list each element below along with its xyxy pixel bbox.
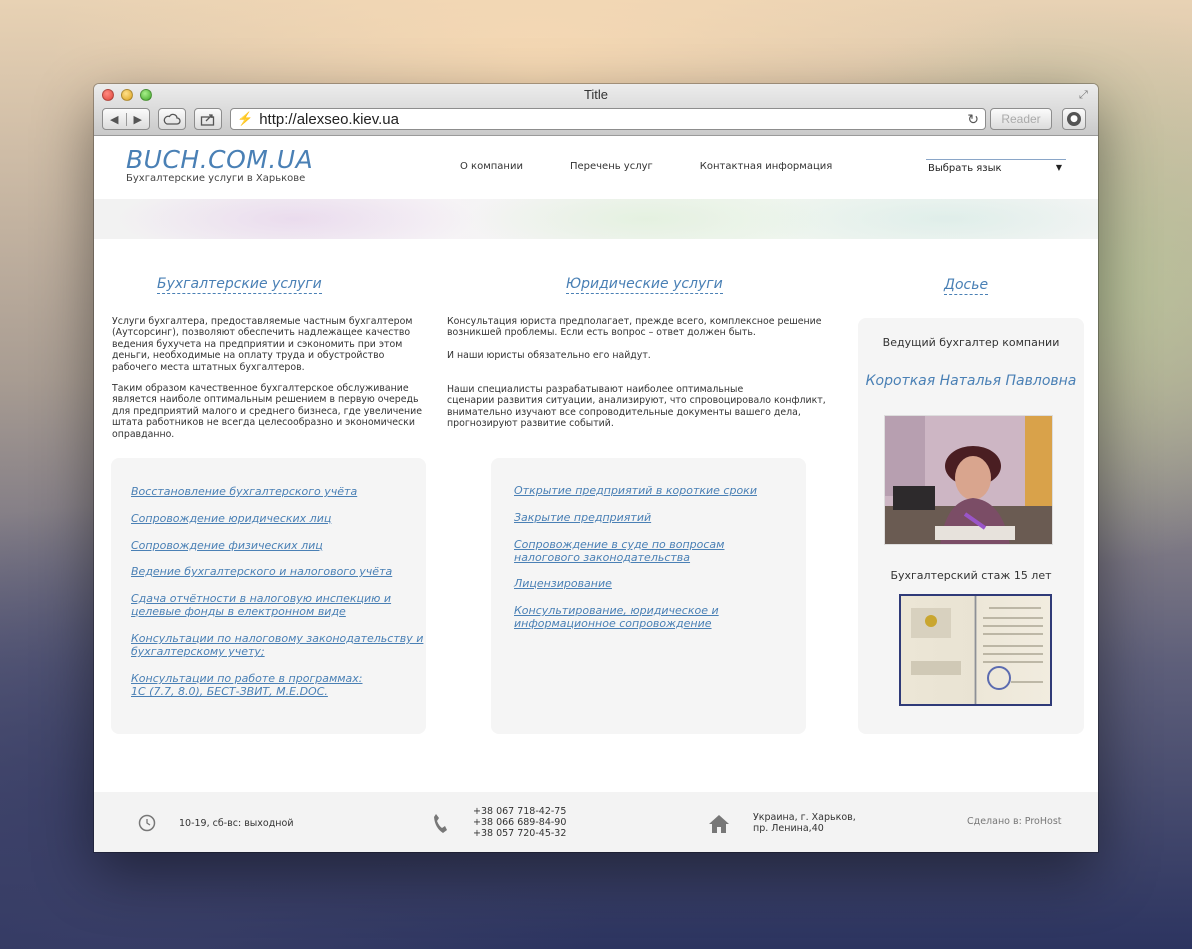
dossier-experience: Бухгалтерский стаж 15 лет bbox=[890, 569, 1052, 582]
forward-arrow-icon[interactable]: ▶ bbox=[127, 113, 150, 126]
site-header: BUCH.COM.UA Бухгалтерские услуги в Харьк… bbox=[94, 137, 1098, 199]
cloud-icon bbox=[163, 113, 181, 125]
address-bar[interactable]: ⚡ http://alexseo.kiev.ua ↻ bbox=[230, 108, 986, 130]
fullscreen-icon[interactable]: ⤢ bbox=[1079, 88, 1092, 101]
browser-toolbar: Title ⤢ ◀ ▶ ⚡ http://alexseo.kiev.ua ↻ R… bbox=[94, 84, 1098, 136]
nav-item-about[interactable]: О компании bbox=[460, 161, 523, 172]
accountant-photo bbox=[884, 415, 1053, 545]
language-select[interactable]: Выбрать язык ▼ bbox=[926, 159, 1066, 177]
legal-link[interactable]: Сопровождение в суде по вопросам налогов… bbox=[514, 538, 724, 564]
footer-credit[interactable]: Сделано в: ProHost bbox=[967, 816, 1062, 827]
site-logo[interactable]: BUCH.COM.UA Бухгалтерские услуги в Харьк… bbox=[126, 145, 314, 185]
home-icon bbox=[708, 814, 730, 838]
accounting-title[interactable]: Бухгалтерские услуги bbox=[157, 276, 322, 294]
footer-address: Украина, г. Харьков, пр. Ленина,40 bbox=[753, 812, 856, 834]
legal-title[interactable]: Юридические услуги bbox=[566, 276, 723, 294]
accounting-paragraph-1: Услуги бухгалтера, предоставляемые частн… bbox=[112, 316, 413, 373]
legal-paragraph-2: И наши юристы обязательно его найдут. bbox=[447, 350, 651, 361]
accounting-paragraph-2: Таким образом качественное бухгалтерское… bbox=[112, 383, 423, 440]
logo-tagline: Бухгалтерские услуги в Харькове bbox=[126, 173, 306, 184]
accounting-link[interactable]: Сопровождение юридических лиц bbox=[131, 512, 331, 525]
nav-item-contacts[interactable]: Контактная информация bbox=[700, 161, 832, 172]
legal-paragraph-1: Консультация юриста предполагает, прежде… bbox=[447, 316, 822, 339]
legal-link[interactable]: Лицензирование bbox=[514, 577, 612, 590]
footer-hours: 10-19, сб-вс: выходной bbox=[179, 818, 294, 829]
accounting-link[interactable]: Консультации по работе в программах: 1С … bbox=[131, 672, 363, 698]
accounting-link[interactable]: Сопровождение физических лиц bbox=[131, 539, 323, 552]
legal-link[interactable]: Открытие предприятий в короткие сроки bbox=[514, 484, 757, 497]
dossier-name: Короткая Наталья Павловна bbox=[865, 373, 1077, 389]
web-page: BUCH.COM.UA Бухгалтерские услуги в Харьк… bbox=[94, 137, 1098, 852]
diploma-image bbox=[899, 594, 1052, 706]
downloads-button[interactable]: ● bbox=[1062, 108, 1086, 130]
download-icon: ● bbox=[1067, 112, 1081, 126]
dossier-title[interactable]: Досье bbox=[944, 277, 989, 295]
reload-icon[interactable]: ↻ bbox=[967, 111, 979, 128]
window-title: Title bbox=[583, 87, 609, 102]
legal-links-box bbox=[491, 458, 806, 734]
legal-link[interactable]: Консультирование, юридическое и информац… bbox=[514, 604, 719, 630]
footer-phones[interactable]: +38 067 718-42-75 +38 066 689-84-90 +38 … bbox=[473, 806, 566, 839]
share-icon bbox=[200, 113, 215, 126]
back-forward-buttons: ◀ ▶ bbox=[102, 108, 150, 130]
decorative-banner bbox=[94, 199, 1098, 239]
clock-icon bbox=[138, 814, 156, 836]
legal-paragraph-3: Наши специалисты разрабатывают наиболее … bbox=[447, 384, 826, 430]
share-button[interactable] bbox=[194, 108, 222, 130]
nav-item-services[interactable]: Перечень услуг bbox=[570, 161, 653, 172]
dropdown-arrow-icon: ▼ bbox=[1055, 163, 1062, 172]
reader-button[interactable]: Reader bbox=[990, 108, 1052, 130]
accounting-link[interactable]: Ведение бухгалтерского и налогового учёт… bbox=[131, 565, 392, 578]
phone-icon bbox=[432, 812, 448, 838]
browser-window: Title ⤢ ◀ ▶ ⚡ http://alexseo.kiev.ua ↻ R… bbox=[94, 84, 1098, 852]
accounting-link[interactable]: Восстановление бухгалтерского учёта bbox=[131, 485, 357, 498]
logo-text: BUCH.COM.UA bbox=[126, 145, 314, 174]
site-icon: ⚡ bbox=[237, 111, 254, 126]
language-select-value: Выбрать язык bbox=[928, 163, 1002, 174]
legal-link[interactable]: Закрытие предприятий bbox=[514, 511, 651, 524]
main-nav: О компании Перечень услуг Контактная инф… bbox=[460, 161, 832, 172]
accounting-link[interactable]: Консультации по налоговому законодательс… bbox=[131, 632, 423, 658]
site-footer: 10-19, сб-вс: выходной +38 067 718-42-75… bbox=[94, 792, 1098, 852]
dossier-lead: Ведущий бухгалтер компании bbox=[882, 336, 1060, 349]
url-text: http://alexseo.kiev.ua bbox=[259, 110, 399, 128]
back-arrow-icon[interactable]: ◀ bbox=[103, 112, 127, 126]
accounting-link[interactable]: Сдача отчётности в налоговую инспекцию и… bbox=[131, 592, 391, 618]
icloud-tabs-button[interactable] bbox=[158, 108, 186, 130]
